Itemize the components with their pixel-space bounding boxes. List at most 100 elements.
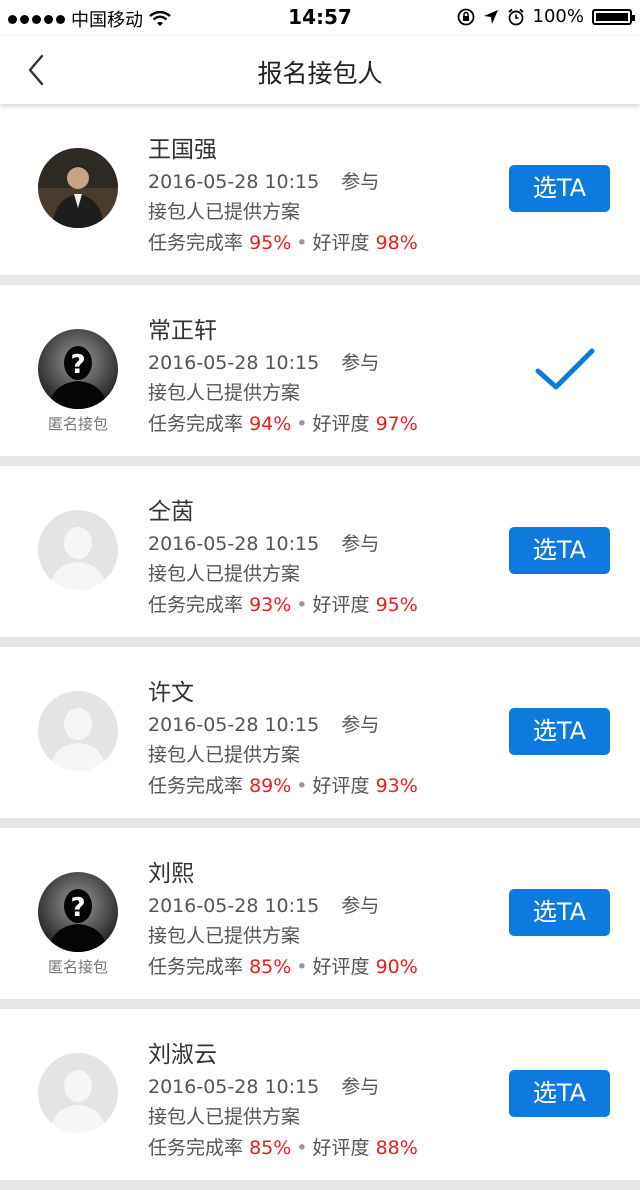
apply-datetime: 2016-05-28 10:15 [148,352,320,374]
applicant-meta: 2016-05-28 10:15 参与 [148,891,379,918]
applicant-rates: 任务完成率 94% • 好评度 97% [148,409,418,436]
select-ta-button[interactable]: 选TA [509,527,610,574]
separator-dot: • [296,594,308,616]
separator-dot: • [296,956,308,978]
completion-rate-value: 85% [249,956,292,978]
default-avatar-icon [38,1053,118,1133]
separator-dot: • [296,775,308,797]
row-divider [0,456,640,466]
completion-rate-value: 85% [249,1137,292,1159]
default-avatar-icon [38,691,118,771]
proposal-status: 接包人已提供方案 [148,563,301,585]
praise-label: 好评度 [312,594,370,616]
apply-datetime: 2016-05-28 10:15 [148,171,320,193]
applicant-row[interactable]: ? 匿名接包 常正轩 2016-05-28 10:15 参与 接包人已提供方案 任… [0,285,640,456]
select-ta-button[interactable]: 选TA [509,165,610,212]
completion-rate-label: 任务完成率 [148,1137,244,1159]
location-arrow-icon [483,9,498,24]
applicant-row[interactable]: 王国强 2016-05-28 10:15 参与 接包人已提供方案 任务完成率 95… [0,104,640,275]
row-divider [0,637,640,647]
anonymous-avatar-icon: ? [38,872,118,952]
praise-rate-value: 97% [375,413,418,435]
applicant-name: 许文 [148,680,194,706]
completion-rate-label: 任务完成率 [148,232,244,254]
select-ta-button[interactable]: 选TA [509,708,610,755]
select-ta-button[interactable]: 选TA [509,889,610,936]
anonymous-label: 匿名接包 [47,958,108,976]
apply-datetime: 2016-05-28 10:15 [148,1076,320,1098]
anonymous-label: 匿名接包 [47,415,108,433]
praise-rate-value: 95% [375,594,418,616]
applicant-meta: 2016-05-28 10:15 参与 [148,529,379,556]
apply-datetime: 2016-05-28 10:15 [148,533,320,555]
praise-label: 好评度 [312,775,370,797]
applicant-row[interactable]: 仝茵 2016-05-28 10:15 参与 接包人已提供方案 任务完成率 93%… [0,466,640,637]
completion-rate-label: 任务完成率 [148,956,244,978]
anonymous-avatar-icon: ? [38,329,118,409]
applicant-rates: 任务完成率 95% • 好评度 98% [148,228,418,255]
completion-rate-label: 任务完成率 [148,594,244,616]
completion-rate-value: 93% [249,594,292,616]
alarm-icon [507,8,524,25]
row-divider [0,275,640,285]
applicant-row[interactable]: 刘淑云 2016-05-28 10:15 参与 接包人已提供方案 任务完成率 85… [0,1009,640,1180]
praise-label: 好评度 [312,413,370,435]
separator-dot: • [296,413,308,435]
svg-text:?: ? [70,893,85,923]
completion-rate-label: 任务完成率 [148,775,244,797]
participate-label: 参与 [341,171,380,193]
nav-bar: 报名接包人 [0,36,640,104]
applicant-rates: 任务完成率 85% • 好评度 90% [148,952,418,979]
applicant-meta: 2016-05-28 10:15 参与 [148,710,379,737]
participate-label: 参与 [341,352,380,374]
avatar [38,691,118,771]
status-icons: 100% [457,6,635,27]
apply-datetime: 2016-05-28 10:15 [148,714,320,736]
avatar: ? [38,872,118,952]
orientation-lock-icon [457,8,474,25]
status-bar: 中国移动 14:57 100% [0,0,640,36]
avatar [38,1053,118,1133]
applicant-name: 仝茵 [148,499,194,525]
separator-dot: • [296,1137,308,1159]
row-divider [0,1180,640,1190]
participate-label: 参与 [341,533,380,555]
completion-rate-value: 89% [249,775,292,797]
row-divider [0,999,640,1009]
praise-label: 好评度 [312,956,370,978]
battery-icon [592,8,635,25]
select-ta-button[interactable]: 选TA [509,1070,610,1117]
row-divider [0,818,640,828]
praise-rate-value: 90% [375,956,418,978]
completion-rate-value: 94% [249,413,292,435]
applicant-name: 常正轩 [148,318,217,344]
participate-label: 参与 [341,895,380,917]
applicant-meta: 2016-05-28 10:15 参与 [148,1072,379,1099]
praise-rate-value: 93% [375,775,418,797]
apply-datetime: 2016-05-28 10:15 [148,895,320,917]
separator-dot: • [296,232,308,254]
avatar [38,148,118,228]
participate-label: 参与 [341,714,380,736]
praise-label: 好评度 [312,1137,370,1159]
praise-rate-value: 98% [375,232,418,254]
applicant-row[interactable]: ? 匿名接包 刘熙 2016-05-28 10:15 参与 接包人已提供方案 任务… [0,828,640,999]
avatar: ? [38,329,118,409]
selected-check-icon[interactable] [534,345,596,395]
applicant-list: 王国强 2016-05-28 10:15 参与 接包人已提供方案 任务完成率 95… [0,104,640,1190]
proposal-status: 接包人已提供方案 [148,201,301,223]
page-title: 报名接包人 [257,59,383,88]
praise-rate-value: 88% [375,1137,418,1159]
proposal-status: 接包人已提供方案 [148,382,301,404]
battery-percent: 100% [532,6,584,27]
applicant-meta: 2016-05-28 10:15 参与 [148,167,379,194]
proposal-status: 接包人已提供方案 [148,744,301,766]
participate-label: 参与 [341,1076,380,1098]
applicant-row[interactable]: 许文 2016-05-28 10:15 参与 接包人已提供方案 任务完成率 89%… [0,647,640,818]
user-photo [38,148,118,228]
applicant-rates: 任务完成率 93% • 好评度 95% [148,590,418,617]
svg-text:?: ? [70,350,85,380]
completion-rate-label: 任务完成率 [148,413,244,435]
completion-rate-value: 95% [249,232,292,254]
default-avatar-icon [38,510,118,590]
